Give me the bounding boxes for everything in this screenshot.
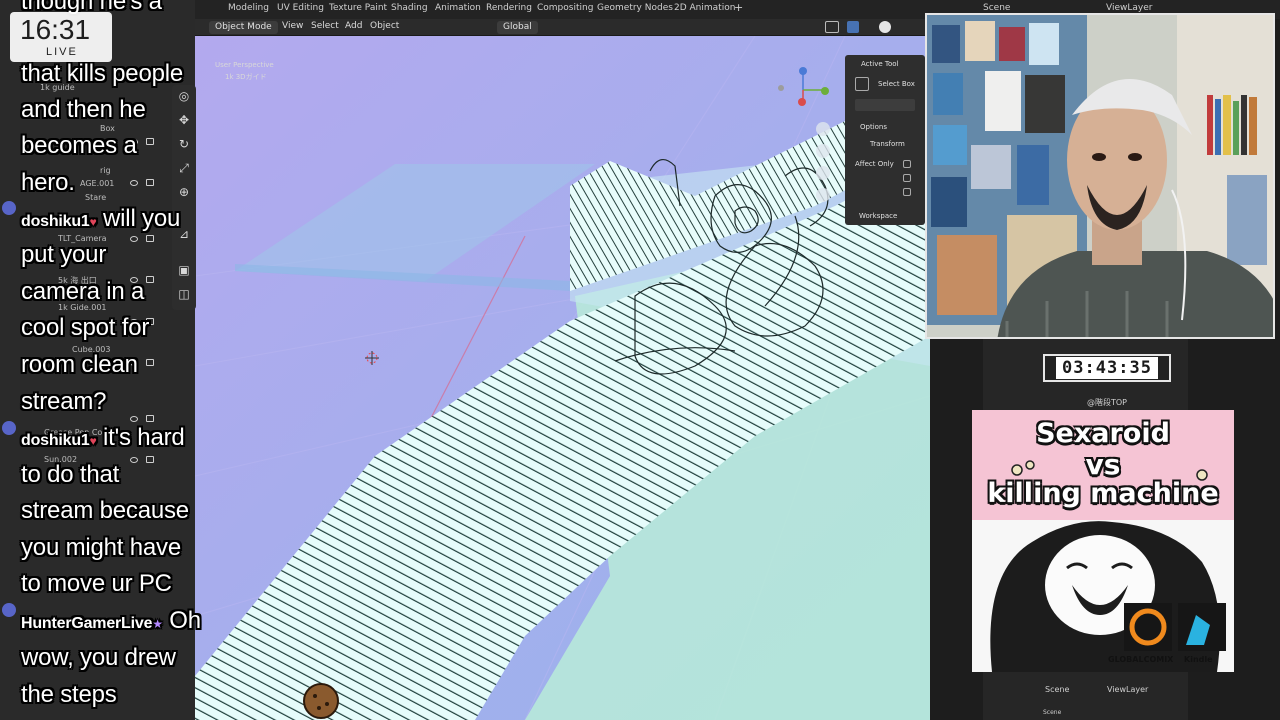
menu-view[interactable]: View xyxy=(282,21,303,31)
chat-line: camera in a xyxy=(21,278,145,305)
select-box-label: Select Box xyxy=(878,80,915,88)
chat-username[interactable]: doshiku1 xyxy=(21,213,90,230)
shading-solid-icon[interactable] xyxy=(879,21,891,33)
chat-message: HunterGamerLive★ Oh xyxy=(21,607,201,635)
cover-title-line2: vs xyxy=(1085,448,1121,481)
viewport-scene xyxy=(195,36,930,720)
chat-line: that kills people xyxy=(21,60,184,87)
tab-uv-editing[interactable]: UV Editing xyxy=(277,3,324,13)
chat-line: becomes a xyxy=(21,132,137,159)
avatar xyxy=(2,603,16,617)
chat-line: wow, you drew xyxy=(21,644,176,671)
chat-line: you might have xyxy=(21,534,181,561)
xray-toggle-icon[interactable] xyxy=(847,21,859,33)
webcam-image xyxy=(927,15,1273,337)
workspace-header[interactable]: Workspace xyxy=(859,212,897,220)
affect-only-label: Affect Only xyxy=(855,160,894,168)
view-layer-selector[interactable]: ViewLayer xyxy=(1107,685,1148,694)
chat-line: room clean xyxy=(21,351,138,378)
chat-text: it's hard xyxy=(96,424,185,451)
chat-line: the steps xyxy=(21,681,117,708)
chat-line: hero. xyxy=(21,169,75,196)
scene-selector[interactable]: Scene xyxy=(983,3,1010,13)
tab-shading[interactable]: Shading xyxy=(391,3,428,13)
heart-badge-icon: ♥ xyxy=(89,215,97,229)
chat-username[interactable]: doshiku1 xyxy=(21,432,90,449)
chat-line: put your xyxy=(21,241,107,268)
chat-line: to move ur PC xyxy=(21,570,172,597)
affect-only-checkbox[interactable] xyxy=(903,188,911,196)
scene-tab[interactable]: Scene xyxy=(1043,709,1061,716)
chat-text: Oh xyxy=(162,607,201,634)
view-subtitle-label: 1k 3Dガイド xyxy=(225,73,267,81)
chat-message: doshiku1♥ it's hard xyxy=(21,424,185,452)
chat-line: stream? xyxy=(21,388,107,415)
tab-texture-paint[interactable]: Texture Paint xyxy=(329,3,387,13)
live-clock-widget: 16:31 LIVE xyxy=(10,12,112,62)
transform-subheader[interactable]: Transform xyxy=(870,140,905,148)
timer-text: 03:43:35 xyxy=(1056,357,1158,379)
add-workspace-button[interactable]: + xyxy=(734,1,743,14)
stream-chat-overlay: though he's a that kills people and then… xyxy=(0,0,225,720)
sidebar-n-panel: Active Tool Select Box Options Transform… xyxy=(845,55,925,225)
affect-only-checkbox[interactable] xyxy=(903,160,911,168)
overlay-toggle-icon[interactable] xyxy=(825,21,839,33)
affect-only-checkbox[interactable] xyxy=(903,174,911,182)
tab-geometry-nodes[interactable]: Geometry Nodes xyxy=(597,3,673,13)
cover-title-line3: killing machine xyxy=(987,478,1219,509)
menu-add[interactable]: Add xyxy=(345,21,362,31)
clock-time: 16:31 xyxy=(20,14,91,45)
active-tool-header[interactable]: Active Tool xyxy=(861,60,898,68)
chat-message: doshiku1♥ will you xyxy=(21,205,180,233)
tab-animation[interactable]: Animation xyxy=(435,3,481,13)
tab-rendering[interactable]: Rendering xyxy=(486,3,532,13)
options-header[interactable]: Options xyxy=(860,123,887,131)
chat-line: and then he xyxy=(21,96,146,123)
scene-selector[interactable]: Scene xyxy=(1045,685,1069,694)
avatar xyxy=(2,421,16,435)
menu-object[interactable]: Object xyxy=(370,21,399,31)
chat-line: cool spot for xyxy=(21,314,150,341)
tab-compositing[interactable]: Compositing xyxy=(537,3,593,13)
avatar xyxy=(2,201,16,215)
collection-item[interactable]: @階段TOP xyxy=(1087,397,1127,408)
store-label: Kindle xyxy=(1184,655,1213,664)
live-label: LIVE xyxy=(46,46,78,58)
tab-2d-animation[interactable]: 2D Animation xyxy=(674,3,735,13)
stream-timer: 03:43:35 xyxy=(1043,354,1171,382)
menu-select[interactable]: Select xyxy=(311,21,339,31)
3d-viewport[interactable]: User Perspective 1k 3Dガイド xyxy=(195,36,930,720)
chat-username[interactable]: HunterGamerLive xyxy=(21,615,152,632)
chat-line: stream because xyxy=(21,497,189,524)
tab-modeling[interactable]: Modeling xyxy=(228,3,269,13)
orientation-dropdown[interactable]: Global xyxy=(497,21,538,34)
chat-text: will you xyxy=(96,205,181,232)
book-cover-image: Sexaroid vs killing machine GLOBALCOMIX … xyxy=(972,410,1234,672)
publisher-label: GLOBALCOMIX xyxy=(1108,655,1174,664)
star-badge-icon: ★ xyxy=(152,617,163,631)
heart-badge-icon: ♥ xyxy=(89,434,97,448)
view-layer-selector[interactable]: ViewLayer xyxy=(1106,3,1152,13)
chat-line: to do that xyxy=(21,461,120,488)
webcam-feed xyxy=(925,13,1275,339)
select-box-icon[interactable] xyxy=(855,77,869,91)
selection-mode-buttons[interactable] xyxy=(855,99,915,111)
viewport-header: Object Mode View Select Add Object Globa… xyxy=(195,19,930,36)
cover-title-line1: Sexaroid xyxy=(1036,418,1170,449)
